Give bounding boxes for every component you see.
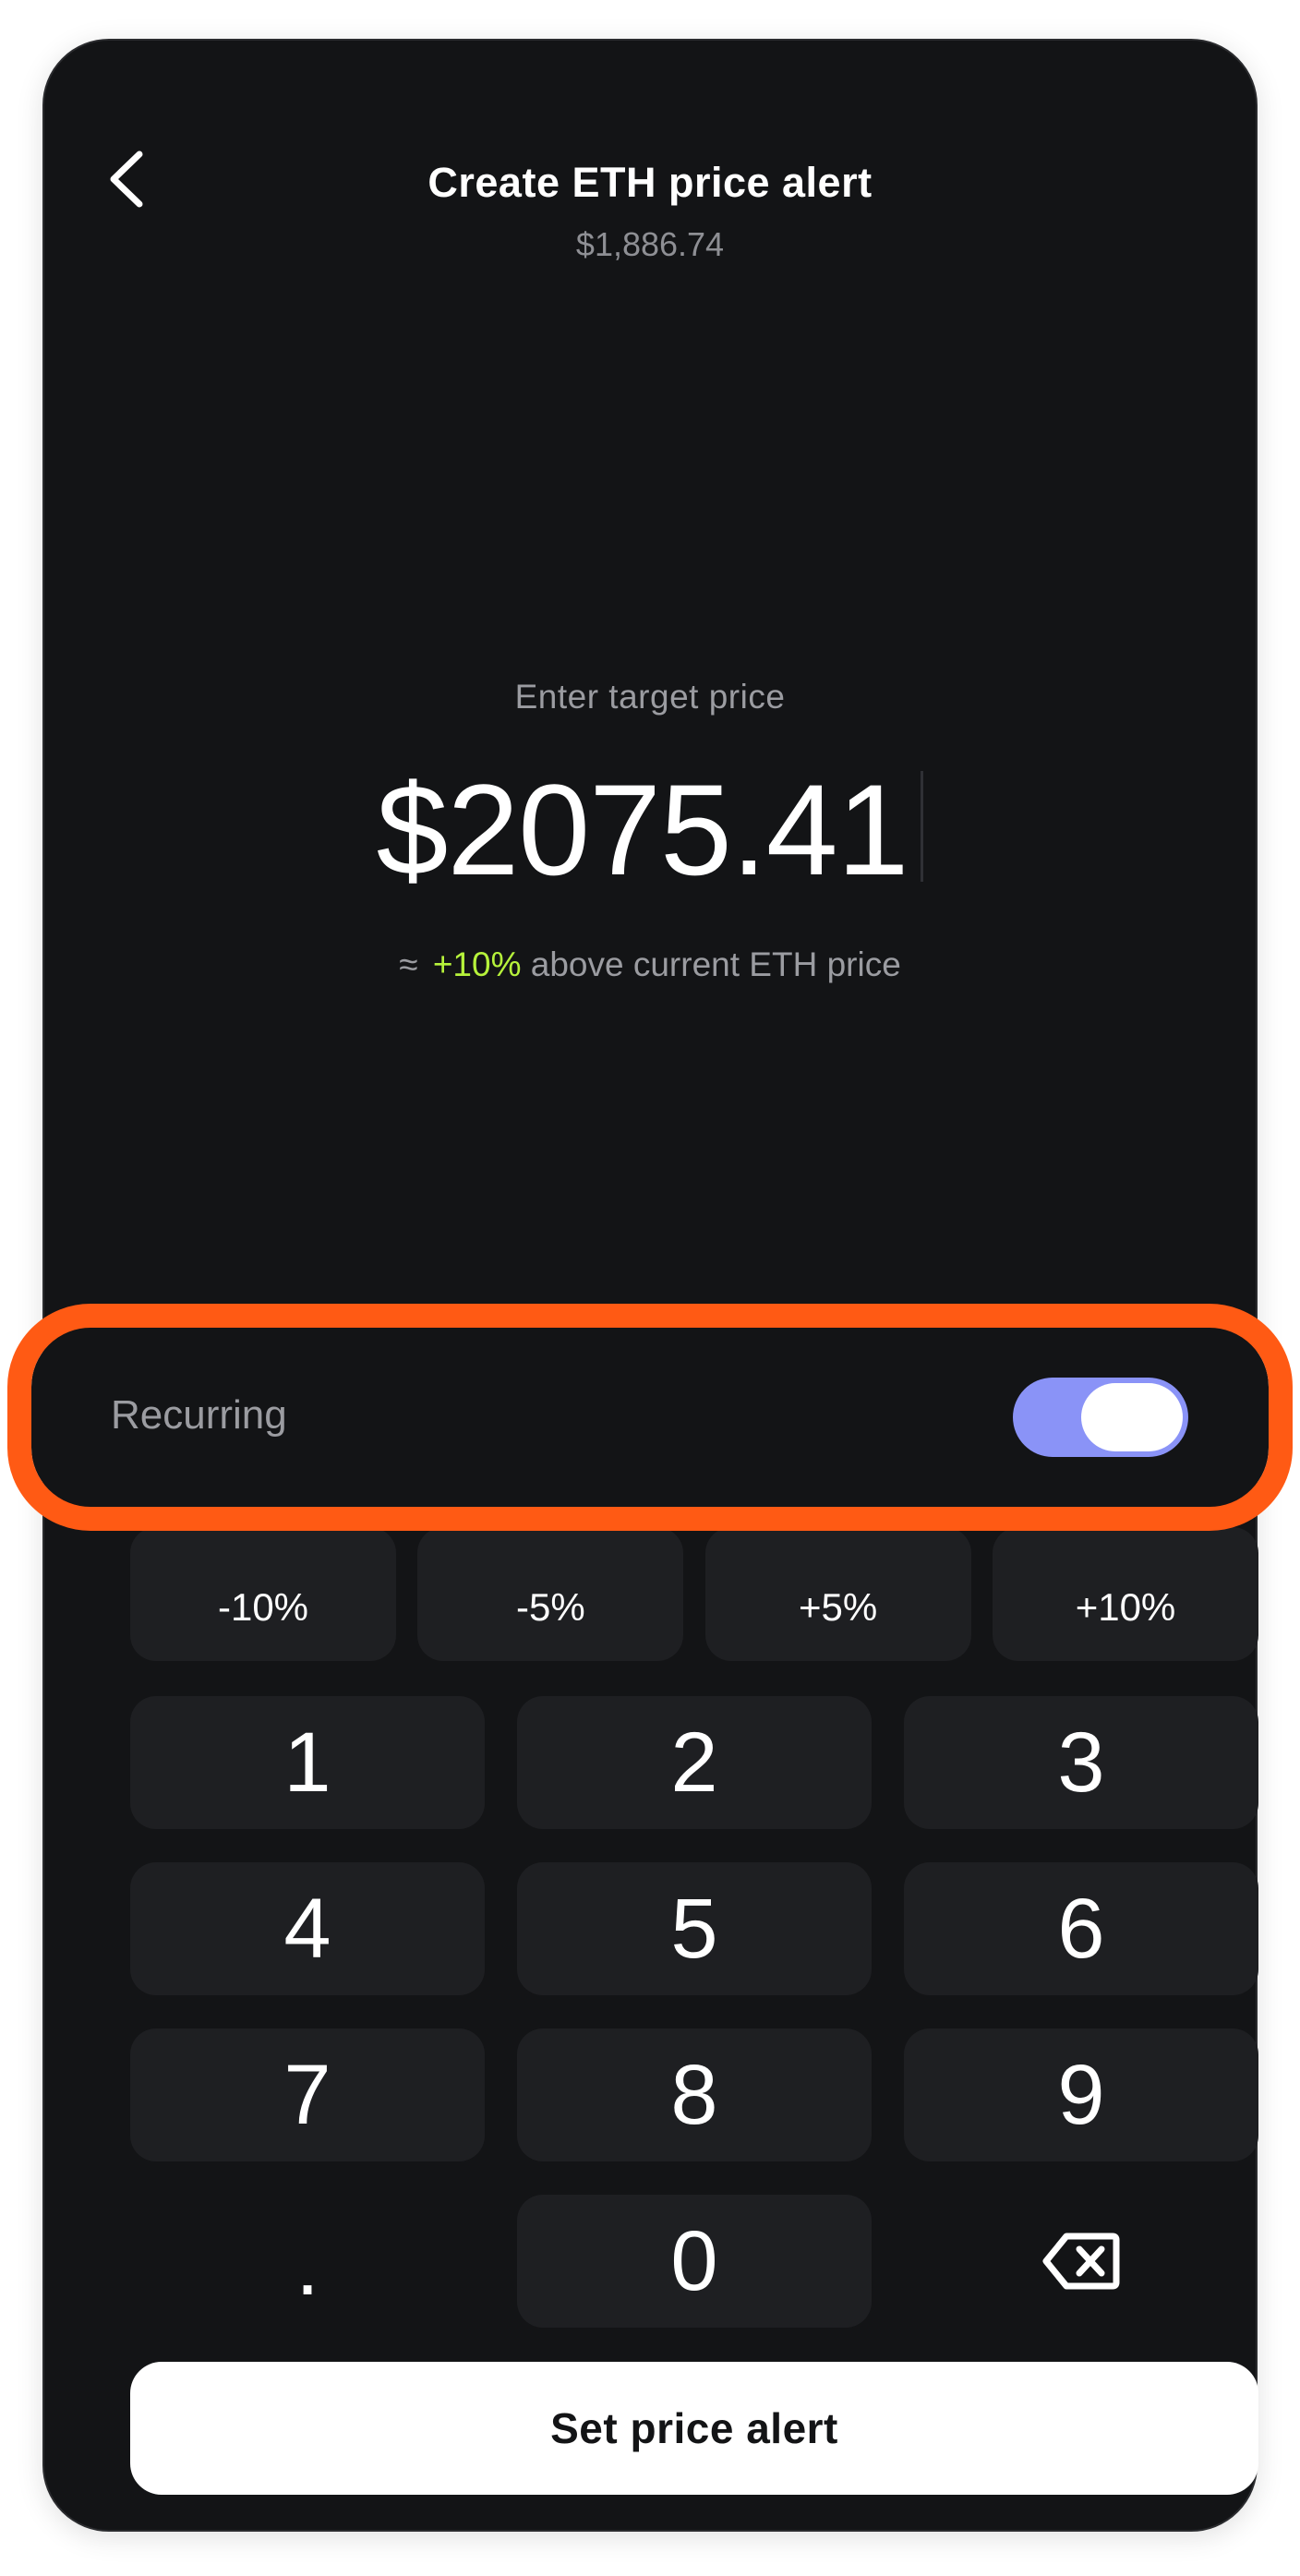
key-8[interactable]: 8 — [517, 2028, 872, 2161]
chip-minus-10[interactable]: -10% — [130, 1527, 396, 1661]
price-difference: ≈ +10% above current ETH price — [44, 945, 1256, 984]
key-2[interactable]: 2 — [517, 1696, 872, 1829]
recurring-label: Recurring — [111, 1392, 287, 1438]
chip-minus-5[interactable]: -5% — [417, 1527, 684, 1661]
numeric-keypad: 1 2 3 4 5 6 7 8 9 . 0 — [130, 1696, 1258, 2328]
chip-plus-10[interactable]: +10% — [992, 1527, 1258, 1661]
key-9[interactable]: 9 — [904, 2028, 1258, 2161]
app-screen: Create ETH price alert $1,886.74 Enter t… — [42, 39, 1258, 2532]
recurring-toggle[interactable] — [1013, 1378, 1188, 1457]
current-price: $1,886.74 — [575, 225, 725, 263]
difference-percent: +10% — [432, 945, 522, 983]
recurring-row: Recurring — [31, 1328, 1269, 1507]
approx-symbol: ≈ — [399, 945, 418, 983]
percent-chips: -10% -5% +5% +10% — [130, 1527, 1258, 1661]
key-backspace[interactable] — [904, 2195, 1258, 2328]
key-3[interactable]: 3 — [904, 1696, 1258, 1829]
chip-plus-5[interactable]: +5% — [704, 1527, 971, 1661]
key-decimal[interactable]: . — [130, 2195, 485, 2328]
page-title: Create ETH price alert — [427, 159, 873, 206]
backspace-icon — [1042, 2233, 1120, 2290]
difference-text: above current ETH price — [530, 945, 901, 983]
target-price-prompt: Enter target price — [514, 678, 786, 716]
key-6[interactable]: 6 — [904, 1862, 1258, 1995]
key-7[interactable]: 7 — [130, 2028, 485, 2161]
key-0[interactable]: 0 — [517, 2195, 872, 2328]
target-price-value: $2075.41 — [376, 757, 909, 902]
key-5[interactable]: 5 — [517, 1862, 872, 1995]
toggle-knob — [1081, 1383, 1183, 1451]
key-4[interactable]: 4 — [130, 1862, 485, 1995]
set-price-alert-button[interactable]: Set price alert — [130, 2362, 1258, 2495]
target-price-display[interactable]: $2075.41 — [44, 756, 1256, 904]
text-caret — [921, 771, 924, 882]
key-1[interactable]: 1 — [130, 1696, 485, 1829]
